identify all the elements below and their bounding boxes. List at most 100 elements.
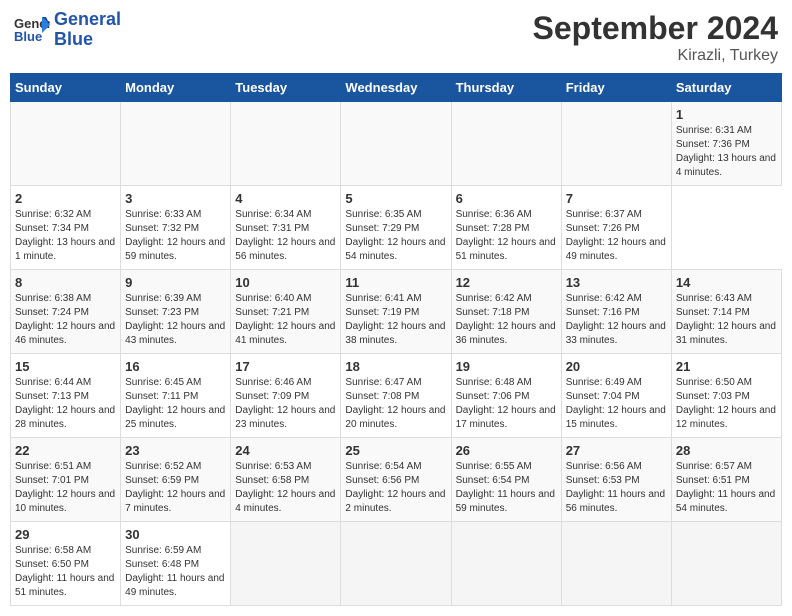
day-info: Sunrise: 6:31 AMSunset: 7:36 PMDaylight:… [676,124,777,180]
empty-cell [121,102,231,186]
day-number: 5 [345,191,446,206]
day-info: Sunrise: 6:54 AMSunset: 6:56 PMDaylight:… [345,460,446,516]
empty-cell [341,522,451,606]
col-header-wednesday: Wednesday [341,74,451,102]
day-number: 9 [125,275,226,290]
day-info: Sunrise: 6:42 AMSunset: 7:16 PMDaylight:… [566,292,667,348]
day-number: 25 [345,443,446,458]
empty-cell [341,102,451,186]
day-cell: 23 Sunrise: 6:52 AMSunset: 6:59 PMDaylig… [121,438,231,522]
day-number: 7 [566,191,667,206]
day-cell: 13 Sunrise: 6:42 AMSunset: 7:16 PMDaylig… [561,270,671,354]
empty-cell [231,522,341,606]
day-cell: 19 Sunrise: 6:48 AMSunset: 7:06 PMDaylig… [451,354,561,438]
day-cell: 25 Sunrise: 6:54 AMSunset: 6:56 PMDaylig… [341,438,451,522]
day-cell: 7 Sunrise: 6:37 AMSunset: 7:26 PMDayligh… [561,186,671,270]
calendar-week-row: 15 Sunrise: 6:44 AMSunset: 7:13 PMDaylig… [11,354,782,438]
calendar-week-row: 8 Sunrise: 6:38 AMSunset: 7:24 PMDayligh… [11,270,782,354]
empty-cell [11,102,121,186]
day-info: Sunrise: 6:53 AMSunset: 6:58 PMDaylight:… [235,460,336,516]
day-number: 13 [566,275,667,290]
location-subtitle: Kirazli, Turkey [533,47,778,65]
day-cell: 27 Sunrise: 6:56 AMSunset: 6:53 PMDaylig… [561,438,671,522]
day-info: Sunrise: 6:48 AMSunset: 7:06 PMDaylight:… [456,376,557,432]
day-info: Sunrise: 6:45 AMSunset: 7:11 PMDaylight:… [125,376,226,432]
calendar-week-row: 1 Sunrise: 6:31 AMSunset: 7:36 PMDayligh… [11,102,782,186]
calendar-week-row: 22 Sunrise: 6:51 AMSunset: 7:01 PMDaylig… [11,438,782,522]
calendar-week-row: 29 Sunrise: 6:58 AMSunset: 6:50 PMDaylig… [11,522,782,606]
day-cell: 2 Sunrise: 6:32 AMSunset: 7:34 PMDayligh… [11,186,121,270]
day-info: Sunrise: 6:52 AMSunset: 6:59 PMDaylight:… [125,460,226,516]
day-number: 22 [15,443,116,458]
empty-cell [671,522,781,606]
day-info: Sunrise: 6:36 AMSunset: 7:28 PMDaylight:… [456,208,557,264]
day-info: Sunrise: 6:58 AMSunset: 6:50 PMDaylight:… [15,544,116,600]
day-cell: 18 Sunrise: 6:47 AMSunset: 7:08 PMDaylig… [341,354,451,438]
day-cell: 6 Sunrise: 6:36 AMSunset: 7:28 PMDayligh… [451,186,561,270]
day-info: Sunrise: 6:56 AMSunset: 6:53 PMDaylight:… [566,460,667,516]
logo-text: GeneralBlue [54,10,121,50]
day-info: Sunrise: 6:32 AMSunset: 7:34 PMDaylight:… [15,208,116,264]
day-cell: 28 Sunrise: 6:57 AMSunset: 6:51 PMDaylig… [671,438,781,522]
day-number: 26 [456,443,557,458]
day-number: 21 [676,359,777,374]
day-number: 3 [125,191,226,206]
day-info: Sunrise: 6:41 AMSunset: 7:19 PMDaylight:… [345,292,446,348]
day-info: Sunrise: 6:55 AMSunset: 6:54 PMDaylight:… [456,460,557,516]
page-header: General Blue GeneralBlue September 2024 … [10,10,782,65]
day-number: 17 [235,359,336,374]
logo: General Blue GeneralBlue [14,10,121,50]
day-info: Sunrise: 6:34 AMSunset: 7:31 PMDaylight:… [235,208,336,264]
day-info: Sunrise: 6:37 AMSunset: 7:26 PMDaylight:… [566,208,667,264]
day-number: 8 [15,275,116,290]
svg-text:Blue: Blue [14,29,42,44]
day-cell: 5 Sunrise: 6:35 AMSunset: 7:29 PMDayligh… [341,186,451,270]
day-number: 6 [456,191,557,206]
day-number: 27 [566,443,667,458]
empty-cell [451,102,561,186]
day-number: 29 [15,527,116,542]
day-info: Sunrise: 6:43 AMSunset: 7:14 PMDaylight:… [676,292,777,348]
day-number: 12 [456,275,557,290]
calendar-week-row: 2 Sunrise: 6:32 AMSunset: 7:34 PMDayligh… [11,186,782,270]
month-year-title: September 2024 [533,10,778,47]
calendar-header-row: SundayMondayTuesdayWednesdayThursdayFrid… [11,74,782,102]
day-info: Sunrise: 6:59 AMSunset: 6:48 PMDaylight:… [125,544,226,600]
calendar-table: SundayMondayTuesdayWednesdayThursdayFrid… [10,73,782,606]
day-number: 15 [15,359,116,374]
day-info: Sunrise: 6:47 AMSunset: 7:08 PMDaylight:… [345,376,446,432]
day-number: 19 [456,359,557,374]
day-info: Sunrise: 6:35 AMSunset: 7:29 PMDaylight:… [345,208,446,264]
day-number: 1 [676,107,777,122]
col-header-sunday: Sunday [11,74,121,102]
day-number: 14 [676,275,777,290]
day-number: 20 [566,359,667,374]
empty-cell [451,522,561,606]
title-block: September 2024 Kirazli, Turkey [533,10,778,65]
day-cell: 26 Sunrise: 6:55 AMSunset: 6:54 PMDaylig… [451,438,561,522]
logo-icon: General Blue [14,15,50,45]
day-cell: 8 Sunrise: 6:38 AMSunset: 7:24 PMDayligh… [11,270,121,354]
day-number: 4 [235,191,336,206]
day-info: Sunrise: 6:50 AMSunset: 7:03 PMDaylight:… [676,376,777,432]
day-number: 2 [15,191,116,206]
day-cell: 1 Sunrise: 6:31 AMSunset: 7:36 PMDayligh… [671,102,781,186]
day-cell: 20 Sunrise: 6:49 AMSunset: 7:04 PMDaylig… [561,354,671,438]
day-cell: 16 Sunrise: 6:45 AMSunset: 7:11 PMDaylig… [121,354,231,438]
day-cell: 10 Sunrise: 6:40 AMSunset: 7:21 PMDaylig… [231,270,341,354]
day-number: 28 [676,443,777,458]
day-cell: 30 Sunrise: 6:59 AMSunset: 6:48 PMDaylig… [121,522,231,606]
day-cell: 22 Sunrise: 6:51 AMSunset: 7:01 PMDaylig… [11,438,121,522]
day-info: Sunrise: 6:33 AMSunset: 7:32 PMDaylight:… [125,208,226,264]
day-number: 16 [125,359,226,374]
day-info: Sunrise: 6:49 AMSunset: 7:04 PMDaylight:… [566,376,667,432]
day-number: 11 [345,275,446,290]
col-header-thursday: Thursday [451,74,561,102]
day-info: Sunrise: 6:46 AMSunset: 7:09 PMDaylight:… [235,376,336,432]
col-header-saturday: Saturday [671,74,781,102]
col-header-monday: Monday [121,74,231,102]
day-cell: 12 Sunrise: 6:42 AMSunset: 7:18 PMDaylig… [451,270,561,354]
day-cell: 29 Sunrise: 6:58 AMSunset: 6:50 PMDaylig… [11,522,121,606]
day-number: 30 [125,527,226,542]
day-cell: 4 Sunrise: 6:34 AMSunset: 7:31 PMDayligh… [231,186,341,270]
